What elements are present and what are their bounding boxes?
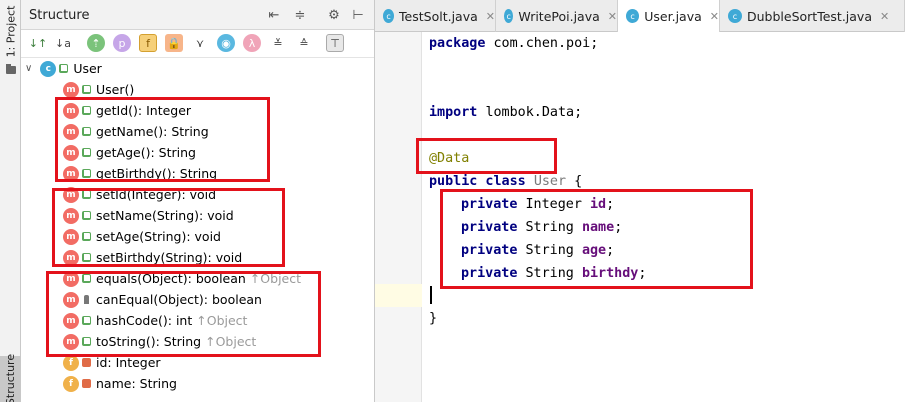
collapse-all-icon[interactable]: ≑ <box>291 6 309 24</box>
expand-all-toolbar-icon[interactable]: ≚ <box>269 34 287 52</box>
lambda-icon[interactable]: λ <box>243 34 261 52</box>
highlight-box-setters <box>52 188 285 267</box>
folder-icon <box>6 64 16 74</box>
close-icon[interactable]: ✕ <box>486 10 495 23</box>
highlight-box-annotation <box>416 138 557 174</box>
project-tool-tab-label: 1: Project <box>4 5 17 57</box>
expand-all-icon[interactable]: ⇤ <box>265 6 283 24</box>
tree-item-label: id: Integer <box>96 355 161 370</box>
tree-item-label: name: String <box>96 376 177 391</box>
tab-user[interactable]: c User.java ✕ <box>618 0 720 32</box>
tree-class-node[interactable]: ∨ c User <box>25 58 102 79</box>
sort-alphabetically-icon[interactable]: ↓a <box>54 34 72 52</box>
autoscroll-icon[interactable]: ⊤ <box>326 34 344 52</box>
java-class-icon: c <box>504 9 514 23</box>
show-fields-icon[interactable]: f <box>139 34 157 52</box>
highlight-box-getters <box>55 97 270 182</box>
structure-toolbar: ↓↑ ↓a ⇡ p f 🔒 ⋎ ◉ λ ≚ ≙ ⊤ <box>21 30 374 58</box>
editor-tabbar: c TestSolt.java ✕ c WritePoi.java ✕ c Us… <box>375 0 905 32</box>
chevron-down-icon[interactable]: ∨ <box>25 63 32 74</box>
class-node-label: User <box>73 61 102 76</box>
java-class-icon: c <box>626 9 640 23</box>
code-line-package: package com.chen.poi; <box>429 36 599 51</box>
tab-label: TestSolt.java <box>399 8 478 24</box>
highlight-box-fields <box>440 189 753 289</box>
hide-panel-icon[interactable]: ⊢ <box>349 6 367 24</box>
java-class-icon: c <box>383 9 395 23</box>
java-class-icon: c <box>728 9 742 23</box>
code-line-class-close: } <box>429 311 438 326</box>
tab-writepoi[interactable]: c WritePoi.java ✕ <box>496 0 618 32</box>
editor-gutter[interactable] <box>375 32 422 402</box>
close-icon[interactable]: ✕ <box>608 10 617 23</box>
structure-header: Structure ⇤ ≑ ⚙ ⊢ <box>21 0 374 30</box>
sort-by-visibility-icon[interactable]: ↓↑ <box>29 34 47 52</box>
structure-tool-tab-label: Structure <box>4 353 18 402</box>
code-line-import: import lombok.Data; <box>429 105 583 120</box>
structure-title: Structure <box>29 8 90 23</box>
tab-label: WritePoi.java <box>518 8 600 24</box>
tab-label: DubbleSortTest.java <box>747 8 872 24</box>
tree-field-item[interactable]: f name: String <box>63 373 177 394</box>
structure-panel: Structure ⇤ ≑ ⚙ ⊢ ↓↑ ↓a ⇡ p f 🔒 ⋎ ◉ λ ≚ … <box>21 0 375 402</box>
text-caret <box>430 286 432 304</box>
public-visibility-icon <box>82 85 91 94</box>
method-icon: m <box>63 81 79 98</box>
show-non-public-icon[interactable]: 🔒 <box>165 34 183 52</box>
close-icon[interactable]: ✕ <box>710 10 719 23</box>
tab-testsolt[interactable]: c TestSolt.java ✕ <box>375 0 496 32</box>
code-line-class: public class User { <box>429 174 583 189</box>
highlight-box-object-methods <box>46 271 321 357</box>
tab-dubblesorttest[interactable]: c DubbleSortTest.java ✕ <box>720 0 905 32</box>
show-anonymous-icon[interactable]: ◉ <box>217 34 235 52</box>
show-properties-icon[interactable]: p <box>113 34 131 52</box>
structure-tool-tab[interactable]: Structure <box>0 353 21 402</box>
private-lock-icon <box>82 379 91 388</box>
field-icon: f <box>63 375 79 392</box>
public-visibility-icon <box>59 64 69 73</box>
project-tool-tab[interactable]: 1: Project <box>0 0 21 62</box>
show-inherited-icon[interactable]: ⇡ <box>87 34 105 52</box>
tool-window-stripe: 1: Project Structure <box>0 0 21 402</box>
class-icon: c <box>40 60 57 77</box>
tree-item-label: User() <box>96 82 135 97</box>
gear-icon[interactable]: ⚙ <box>325 6 343 24</box>
tab-label: User.java <box>644 8 702 24</box>
close-icon[interactable]: ✕ <box>880 10 889 23</box>
show-lambdas-icon[interactable]: ⋎ <box>191 34 209 52</box>
collapse-all-toolbar-icon[interactable]: ≙ <box>295 34 313 52</box>
private-lock-icon <box>82 358 91 367</box>
